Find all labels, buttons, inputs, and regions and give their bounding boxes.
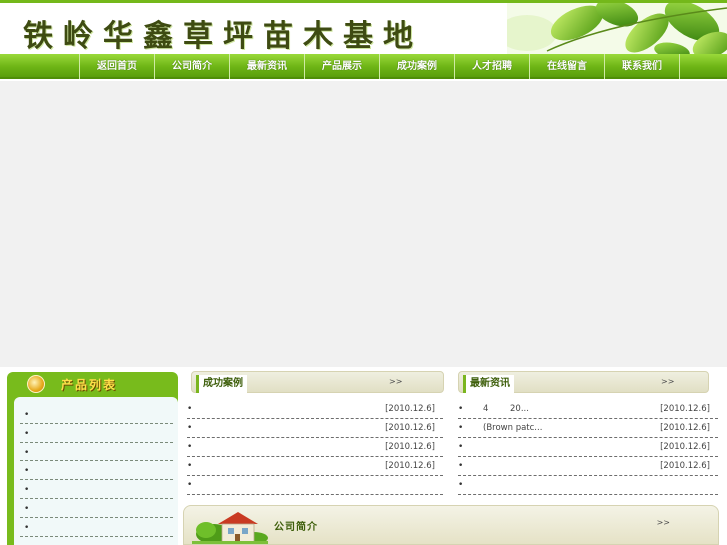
row-date: [2010.12.6]	[385, 423, 435, 433]
row-title[interactable]: (Brown patc...	[483, 423, 542, 433]
table-row[interactable]: • [2010.12.6]	[458, 457, 718, 476]
bullet: •	[24, 428, 30, 439]
row-date: [2010.12.6]	[385, 461, 435, 471]
latest-news-more-link[interactable]: >>	[661, 377, 674, 386]
bullet: •	[187, 404, 193, 414]
site-banner: 铁岭华鑫草坪苗木基地	[0, 3, 727, 54]
row-date: [2010.12.6]	[660, 461, 710, 471]
list-item[interactable]: •	[20, 518, 173, 537]
table-row[interactable]: •	[458, 476, 718, 495]
house-icon	[192, 512, 268, 544]
banner-flash-placeholder	[0, 81, 727, 367]
nav-guestbook[interactable]: 在线留言	[530, 54, 605, 79]
latest-news-panel: 最新资讯 >> • 4 20... [2010.12.6] • (Brown p…	[458, 371, 719, 501]
table-row[interactable]: •	[187, 476, 443, 495]
list-item[interactable]: •	[20, 480, 173, 499]
nav-latest-news[interactable]: 最新资讯	[230, 54, 305, 79]
nav-home[interactable]: 返回首页	[80, 54, 155, 79]
bullet: •	[458, 461, 464, 471]
main-nav: 返回首页 公司简介 最新资讯 产品展示 成功案例 人才招聘 在线留言 联系我们	[0, 54, 727, 79]
bullet: •	[24, 485, 30, 496]
bullet: •	[24, 410, 30, 420]
table-row[interactable]: • [2010.12.6]	[458, 438, 718, 457]
table-row[interactable]: • 4 20... [2010.12.6]	[458, 400, 718, 419]
bullet: •	[187, 461, 193, 471]
company-intro-panel: 公司简介 >>	[183, 505, 719, 545]
company-intro-title: 公司简介	[274, 522, 318, 533]
bullet: •	[187, 442, 193, 452]
latest-news-header: 最新资讯 >>	[458, 371, 709, 393]
row-title[interactable]: 4 20...	[483, 404, 529, 414]
bullet: •	[187, 480, 193, 490]
success-cases-header: 成功案例 >>	[191, 371, 444, 393]
bullet: •	[187, 423, 193, 433]
site-title: 铁岭华鑫草坪苗木基地	[23, 19, 423, 54]
bullet: •	[24, 447, 30, 458]
bullet: •	[458, 423, 464, 433]
nav-success-cases[interactable]: 成功案例	[380, 54, 455, 79]
table-row[interactable]: • [2010.12.6]	[187, 438, 443, 457]
table-row[interactable]: • (Brown patc... [2010.12.6]	[458, 419, 718, 438]
product-list: • • • • • • •	[14, 397, 178, 545]
product-list-title: 产品列表	[61, 378, 118, 392]
nav-contact[interactable]: 联系我们	[605, 54, 680, 79]
table-row[interactable]: • [2010.12.6]	[187, 400, 443, 419]
list-item[interactable]: •	[20, 499, 173, 518]
row-date: [2010.12.6]	[385, 404, 435, 414]
nav-items: 返回首页 公司简介 最新资讯 产品展示 成功案例 人才招聘 在线留言 联系我们	[79, 54, 680, 79]
table-row[interactable]: • [2010.12.6]	[187, 457, 443, 476]
product-list-panel: 产品列表 • • • • • • •	[7, 372, 178, 545]
latest-news-title: 最新资讯	[463, 375, 514, 393]
row-date: [2010.12.6]	[660, 404, 710, 414]
list-item[interactable]: •	[20, 443, 173, 462]
gold-coin-icon	[27, 375, 45, 393]
nav-products[interactable]: 产品展示	[305, 54, 380, 79]
bullet: •	[24, 466, 30, 477]
product-list-header: 产品列表	[7, 372, 178, 396]
success-cases-more-link[interactable]: >>	[389, 377, 402, 386]
nav-company-intro[interactable]: 公司简介	[155, 54, 230, 79]
row-date: [2010.12.6]	[385, 442, 435, 452]
bullet: •	[458, 442, 464, 452]
list-item[interactable]: •	[20, 461, 173, 481]
bullet: •	[24, 503, 30, 514]
bullet: •	[458, 404, 464, 414]
list-item[interactable]: •	[20, 405, 173, 424]
bullet: •	[458, 480, 464, 490]
success-cases-title: 成功案例	[196, 375, 247, 393]
row-date: [2010.12.6]	[660, 442, 710, 452]
bullet: •	[24, 522, 30, 533]
nav-recruitment[interactable]: 人才招聘	[455, 54, 530, 79]
table-row[interactable]: • [2010.12.6]	[187, 419, 443, 438]
company-intro-more-link[interactable]: >>	[657, 518, 670, 527]
success-cases-panel: 成功案例 >> • [2010.12.6] • [2010.12.6] • [2…	[187, 371, 445, 501]
row-date: [2010.12.6]	[660, 423, 710, 433]
list-item[interactable]: •	[20, 424, 173, 443]
green-leaves-icon	[507, 3, 727, 54]
